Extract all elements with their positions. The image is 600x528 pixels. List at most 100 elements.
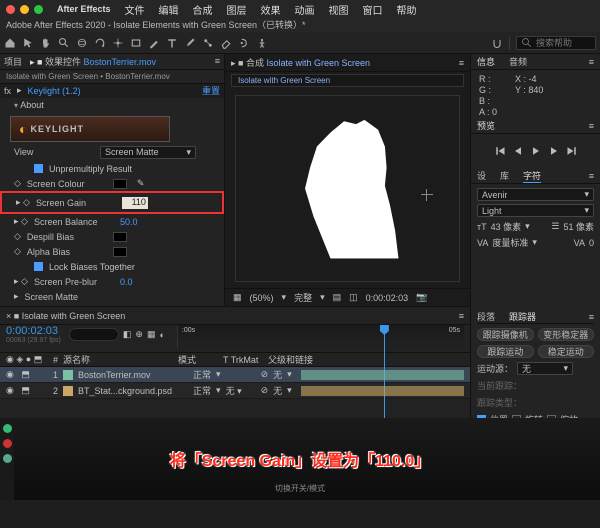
viewer-controls: ▦ (50%)▾ 完整▾ ▤ ◫ 0:00:02:03 📷 xyxy=(225,288,470,306)
about-twirl[interactable]: ▾ About xyxy=(0,98,224,112)
menu-file[interactable]: 文件 xyxy=(125,2,145,17)
prop-view: View Screen Matte▾ xyxy=(0,146,224,159)
tl-tab[interactable]: × ■ Isolate with Green Screen xyxy=(6,311,125,321)
play-icon[interactable] xyxy=(530,145,542,157)
menu-effect[interactable]: 效果 xyxy=(261,2,281,17)
prev-frame-icon[interactable] xyxy=(512,145,524,157)
camera-icon[interactable]: 📷 xyxy=(416,292,427,303)
menu-edit[interactable]: 编辑 xyxy=(159,2,179,17)
anim-icon[interactable]: ◇ xyxy=(14,178,21,189)
font-size[interactable]: 43 像素 xyxy=(491,220,522,233)
menu-view[interactable]: 视图 xyxy=(329,2,349,17)
layer-row-2[interactable]: ◉ ⬒2BT_Stat...ckground.psd正常▾无 ▾⊘无▾ xyxy=(0,383,470,399)
search-icon xyxy=(521,37,533,49)
text-icon[interactable] xyxy=(166,37,178,49)
viewport[interactable] xyxy=(235,95,460,282)
menu-anim[interactable]: 动画 xyxy=(295,2,315,17)
timecode[interactable]: 0:00:02:03 xyxy=(6,325,61,337)
panel-menu-icon[interactable]: ≡ xyxy=(459,58,464,68)
prop-list: Unpremultiply Result ◇Screen Colour✎ ▸ ◇… xyxy=(0,159,224,306)
font-style[interactable]: Light▾ xyxy=(477,204,594,217)
mask-icon[interactable]: ◫ xyxy=(349,292,358,303)
tab-effects[interactable]: ▸ ■ 效果控件 BostonTerrier.mov xyxy=(30,55,156,68)
color-swatch[interactable] xyxy=(113,232,127,242)
layer-bar[interactable] xyxy=(301,370,464,380)
zoom-icon[interactable] xyxy=(58,37,70,49)
color-swatch[interactable] xyxy=(113,179,127,189)
effect-header[interactable]: fx ▸ Keylight (1.2) 重置 xyxy=(0,84,224,98)
stab-motion-btn[interactable]: 稳定运动 xyxy=(538,345,595,358)
layer-bar[interactable] xyxy=(301,386,464,396)
anchor-icon[interactable] xyxy=(112,37,124,49)
checkbox[interactable] xyxy=(34,262,43,271)
tab-para[interactable]: 段落 xyxy=(477,310,495,323)
tab-info[interactable]: 信息 xyxy=(477,55,495,68)
tab-char[interactable]: 字符 xyxy=(523,169,541,183)
tab-lib[interactable]: 库 xyxy=(500,169,509,182)
grid-icon[interactable]: ▤ xyxy=(333,292,342,303)
first-frame-icon[interactable] xyxy=(494,145,506,157)
eye-icon[interactable]: ▸ xyxy=(17,85,22,96)
orbit-icon[interactable] xyxy=(76,37,88,49)
eyedropper-icon[interactable]: ✎ xyxy=(137,178,145,189)
panel-menu-icon[interactable]: ≡ xyxy=(215,56,220,66)
comp-tab-label[interactable]: ▸ ■ 合成 Isolate with Green Screen xyxy=(231,56,370,69)
tl-search[interactable] xyxy=(69,328,119,341)
next-frame-icon[interactable] xyxy=(548,145,560,157)
menu-layer[interactable]: 图层 xyxy=(227,2,247,17)
tl-icon[interactable]: ⊕ xyxy=(135,329,143,340)
home-icon[interactable] xyxy=(4,37,16,49)
menu-help[interactable]: 帮助 xyxy=(397,2,417,17)
alpha-icon[interactable]: ▦ xyxy=(233,292,242,303)
prop-screencolour: ◇Screen Colour✎ xyxy=(0,176,224,191)
menu-window[interactable]: 窗口 xyxy=(363,2,383,17)
menu-comp[interactable]: 合成 xyxy=(193,2,213,17)
prop-screenmatte[interactable]: ▸Screen Matte xyxy=(0,289,224,304)
last-frame-icon[interactable] xyxy=(566,145,578,157)
tl-icon[interactable]: ◐ xyxy=(159,330,164,340)
checkbox[interactable] xyxy=(34,164,43,173)
eraser-icon[interactable] xyxy=(220,37,232,49)
tab-audio[interactable]: 音频 xyxy=(509,55,527,68)
prop-preblur: ▸ ◇Screen Pre-blur0.0 xyxy=(0,274,224,289)
tab-preview[interactable]: 预览 xyxy=(477,119,495,132)
view-dropdown[interactable]: Screen Matte▾ xyxy=(100,146,196,159)
min-dot[interactable] xyxy=(20,5,29,14)
hand-icon[interactable] xyxy=(40,37,52,49)
zoom-level[interactable]: (50%) xyxy=(250,293,274,303)
tracker-panel: 段落跟踪器≡ 跟踪摄像机变形稳定器 跟踪运动稳定运动 运动源：无▾ 当前跟踪： … xyxy=(470,306,600,418)
tl-icon[interactable]: ◧ xyxy=(123,329,132,340)
motion-src-dd[interactable]: 无▾ xyxy=(517,362,573,375)
brush-icon[interactable] xyxy=(184,37,196,49)
puppet-icon[interactable] xyxy=(256,37,268,49)
tab-set[interactable]: 设 xyxy=(477,169,486,182)
roto-icon[interactable] xyxy=(238,37,250,49)
reset-link[interactable]: 重置 xyxy=(202,84,220,97)
snap-icon[interactable] xyxy=(491,37,503,49)
clone-icon[interactable] xyxy=(202,37,214,49)
rect-icon[interactable] xyxy=(130,37,142,49)
warp-stab-btn[interactable]: 变形稳定器 xyxy=(538,328,595,341)
selection-icon[interactable] xyxy=(22,37,34,49)
kerning-icon: VA xyxy=(477,238,488,248)
comp-crumb[interactable]: Isolate with Green Screen xyxy=(231,74,464,87)
tab-project[interactable]: 项目 xyxy=(4,55,22,68)
rotate-icon[interactable] xyxy=(94,37,106,49)
tab-tracker[interactable]: 跟踪器 xyxy=(509,310,536,323)
pen-icon[interactable] xyxy=(148,37,160,49)
color-swatch[interactable] xyxy=(113,247,127,257)
tl-icon[interactable]: ▦ xyxy=(147,329,156,340)
screen-gain-input[interactable]: 110 xyxy=(122,197,148,209)
help-search[interactable]: 搜索帮助 xyxy=(516,36,596,50)
max-dot[interactable] xyxy=(34,5,43,14)
close-dot[interactable] xyxy=(6,5,15,14)
track-camera-btn[interactable]: 跟踪摄像机 xyxy=(477,328,534,341)
fx-checkbox[interactable]: fx xyxy=(4,86,11,96)
time-ruler[interactable]: :00s 05s xyxy=(177,325,464,349)
font-family[interactable]: Avenir▾ xyxy=(477,188,594,201)
toggle-switches-label[interactable]: 切换开关/模式 xyxy=(275,483,325,494)
layer-row-1[interactable]: ◉ ⬒1BostonTerrier.mov正常▾⊘无▾ xyxy=(0,367,470,383)
timecode-display[interactable]: 0:00:02:03 xyxy=(366,293,409,303)
res-dropdown[interactable]: 完整 xyxy=(294,291,312,304)
track-motion-btn[interactable]: 跟踪运动 xyxy=(477,345,534,358)
